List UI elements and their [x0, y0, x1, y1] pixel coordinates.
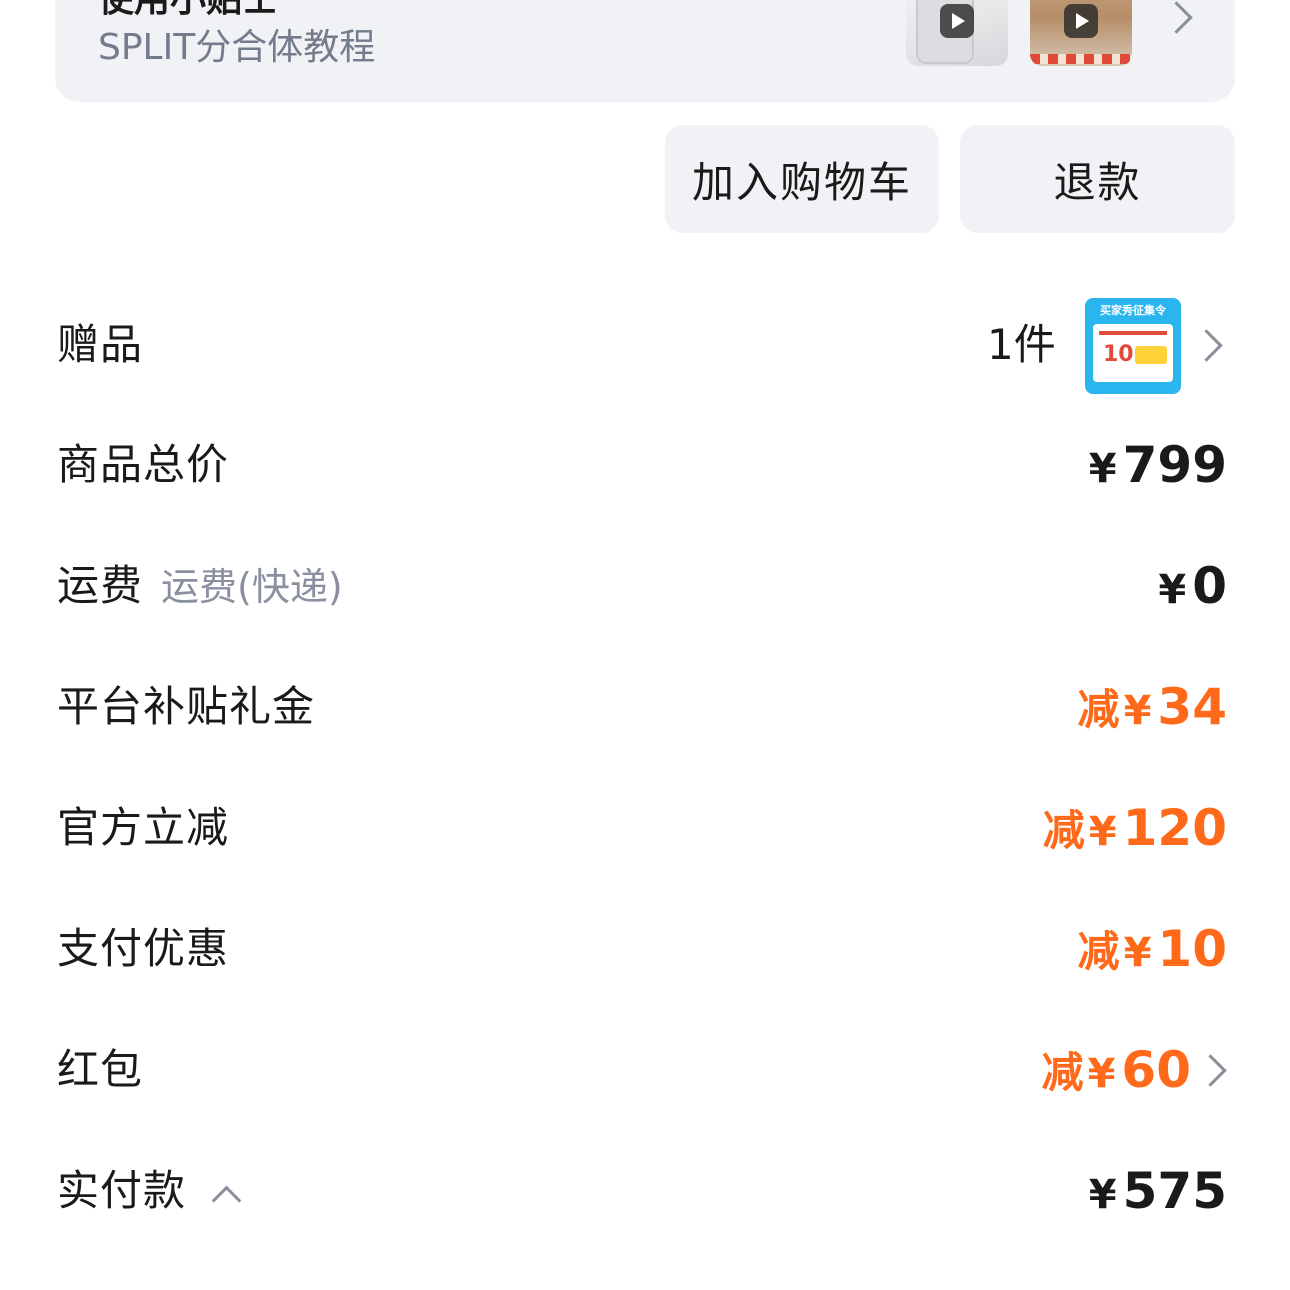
chevron-up-icon[interactable]	[211, 1185, 242, 1216]
subtotal-amount: 799	[1122, 436, 1227, 494]
order-detail-page: 使用小贴士 SPLIT分合体教程 加入购物车 退款 赠品 1件 买家秀征集令 1…	[0, 0, 1290, 1290]
discount-prefix: 减	[1042, 806, 1085, 855]
guide-title: 使用小贴士	[98, 0, 278, 20]
gift-thumbnail-amount: 10	[1103, 342, 1134, 367]
shipping-label: 运费 运费(快递)	[57, 559, 343, 614]
gift-count: 1件	[987, 320, 1056, 369]
subtotal-value: ¥799	[1089, 430, 1227, 504]
shipping-amount: 0	[1192, 557, 1227, 615]
currency-symbol: ¥	[1123, 930, 1152, 976]
official-discount-amount: 120	[1122, 799, 1227, 857]
guide-video-thumbnail[interactable]	[1030, 0, 1132, 66]
chevron-right-icon[interactable]	[1190, 329, 1223, 362]
paid-row[interactable]: 实付款 ¥575	[57, 1156, 1227, 1226]
currency-symbol: ¥	[1088, 446, 1117, 492]
shipping-row: 运费 运费(快递) ¥0	[57, 551, 1227, 621]
chevron-right-icon[interactable]	[1194, 1054, 1227, 1087]
discount-prefix: 减	[1041, 1048, 1084, 1097]
gift-thumbnail-tag	[1135, 346, 1167, 364]
payment-discount-row: 支付优惠 减 ¥10	[57, 914, 1227, 984]
shipping-note: 运费(快递)	[161, 565, 343, 609]
currency-symbol: ¥	[1088, 1172, 1117, 1218]
add-to-cart-button[interactable]: 加入购物车	[665, 125, 939, 233]
gift-thumbnail[interactable]: 买家秀征集令 10	[1085, 298, 1181, 394]
red-packet-label: 红包	[57, 1045, 144, 1094]
paid-amount: 575	[1122, 1162, 1227, 1220]
play-icon	[940, 4, 974, 38]
paid-value: ¥575	[1089, 1156, 1227, 1230]
subtotal-label: 商品总价	[57, 440, 230, 489]
refund-button[interactable]: 退款	[960, 125, 1235, 233]
platform-subsidy-amount: 34	[1157, 678, 1227, 736]
payment-discount-value: 减 ¥10	[1078, 914, 1227, 988]
payment-discount-label: 支付优惠	[57, 924, 230, 973]
official-discount-label: 官方立减	[57, 803, 230, 852]
platform-subsidy-row: 平台补贴礼金 减 ¥34	[57, 672, 1227, 742]
chevron-right-icon[interactable]	[1160, 1, 1193, 34]
gift-thumbnail-panel: 10	[1093, 324, 1173, 382]
package-image	[1030, 54, 1132, 64]
currency-symbol: ¥	[1087, 1051, 1116, 1097]
gift-thumbnail-bar	[1099, 331, 1167, 335]
currency-symbol: ¥	[1123, 688, 1152, 734]
red-packet-row[interactable]: 红包 减 ¥60	[57, 1035, 1227, 1105]
gift-thumbnail-title: 买家秀征集令	[1100, 304, 1166, 317]
paid-label: 实付款	[57, 1164, 242, 1218]
gift-row[interactable]: 赠品 1件 买家秀征集令 10	[57, 298, 1227, 394]
official-discount-row: 官方立减 减 ¥120	[57, 793, 1227, 863]
discount-prefix: 减	[1077, 685, 1120, 734]
discount-prefix: 减	[1077, 927, 1120, 976]
usage-guide-card[interactable]: 使用小贴士 SPLIT分合体教程	[55, 0, 1235, 102]
platform-subsidy-value: 减 ¥34	[1078, 672, 1227, 746]
shipping-title: 运费	[57, 561, 144, 610]
platform-subsidy-label: 平台补贴礼金	[57, 682, 316, 731]
shipping-value: ¥0	[1158, 551, 1227, 625]
payment-discount-amount: 10	[1157, 920, 1227, 978]
subtotal-row: 商品总价 ¥799	[57, 430, 1227, 500]
play-icon	[1064, 4, 1098, 38]
currency-symbol: ¥	[1158, 567, 1187, 613]
guide-video-thumbnail[interactable]	[906, 0, 1008, 66]
guide-subtitle: SPLIT分合体教程	[98, 27, 376, 68]
currency-symbol: ¥	[1088, 809, 1117, 855]
paid-title: 实付款	[57, 1166, 187, 1215]
red-packet-value: 减 ¥60	[1042, 1035, 1191, 1109]
gift-label: 赠品	[57, 320, 144, 369]
official-discount-value: 减 ¥120	[1043, 793, 1227, 867]
red-packet-amount: 60	[1121, 1041, 1191, 1099]
